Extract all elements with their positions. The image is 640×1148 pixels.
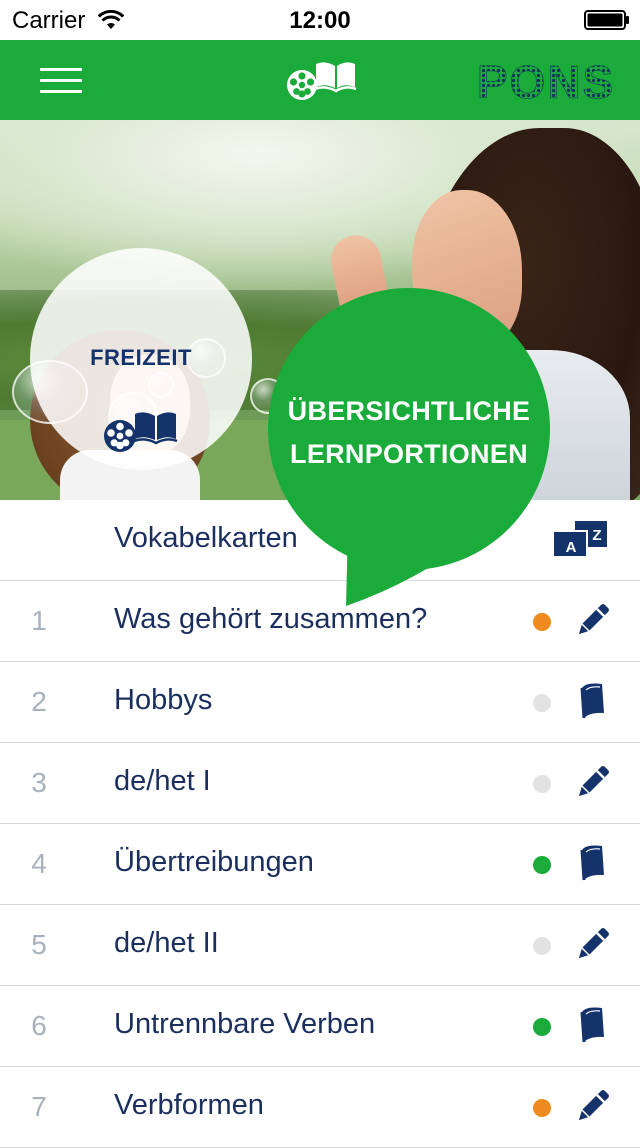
pencil-icon[interactable] <box>572 1085 614 1127</box>
pons-logo-text: PONS <box>477 58 615 106</box>
lesson-row[interactable]: 6 Untrennbare Verben <box>0 986 640 1067</box>
category-badge[interactable]: FREIZEIT <box>30 248 252 470</box>
speech-bubble-line2: LERNPORTIONEN <box>290 439 528 469</box>
book-icon[interactable] <box>572 842 614 884</box>
svg-text:Z: Z <box>592 527 601 544</box>
pencil-icon[interactable] <box>572 761 614 803</box>
lesson-title: Übertreibungen <box>114 846 314 878</box>
book-icon[interactable] <box>572 1004 614 1046</box>
film-book-icon[interactable] <box>285 58 357 102</box>
lesson-title: de/het I <box>114 765 211 797</box>
lesson-number: 3 <box>31 767 47 798</box>
lesson-row[interactable]: 5 de/het II <box>0 905 640 986</box>
lesson-number: 7 <box>31 1091 47 1122</box>
lesson-title: de/het II <box>114 927 219 959</box>
lesson-row[interactable]: 4 Übertreibungen <box>0 824 640 905</box>
lesson-row[interactable]: 2 Hobbys <box>0 662 640 743</box>
pencil-icon[interactable] <box>572 599 614 641</box>
lesson-row[interactable]: 3 de/het I <box>0 743 640 824</box>
lesson-number: 5 <box>31 929 47 960</box>
lesson-title: Untrennbare Verben <box>114 1008 376 1040</box>
status-dot-orange <box>533 1099 551 1117</box>
lesson-rows: 1 Was gehört zusammen? 2 Hobbys 3 de/het I 4 Üb… <box>0 581 640 1148</box>
status-dot-green <box>533 1018 551 1036</box>
film-book-icon <box>104 412 178 452</box>
lesson-title: Hobbys <box>114 684 213 716</box>
lesson-number: 1 <box>31 605 47 636</box>
lesson-number: 2 <box>31 686 47 717</box>
menu-icon-bar <box>40 90 82 93</box>
speech-bubble-line1: ÜBERSICHTLICHE <box>287 396 531 426</box>
svg-text:A: A <box>566 539 577 556</box>
clock: 12:00 <box>289 7 351 34</box>
pencil-icon[interactable] <box>572 923 614 965</box>
status-dot-grey <box>533 937 551 955</box>
book-icon[interactable] <box>572 680 614 722</box>
category-title: FREIZEIT <box>90 345 192 370</box>
az-cards-icon[interactable]: A Z <box>553 521 609 557</box>
status-dot-grey <box>533 775 551 793</box>
battery-icon <box>584 10 629 30</box>
status-dot-green <box>533 856 551 874</box>
top-navigation-bar: PONS <box>0 40 640 120</box>
menu-icon-bar <box>40 79 82 82</box>
status-bar: Carrier 12:00 <box>0 0 640 40</box>
lesson-number: 6 <box>31 1010 47 1041</box>
lesson-title: Verbformen <box>114 1089 264 1121</box>
status-dot-orange <box>533 613 551 631</box>
info-speech-bubble: ÜBERSICHTLICHE LERNPORTIONEN <box>268 288 550 606</box>
menu-icon <box>40 68 82 71</box>
menu-button[interactable] <box>28 60 92 100</box>
lesson-number: 4 <box>31 848 47 879</box>
pons-logo: PONS <box>477 58 615 106</box>
status-dot-grey <box>533 694 551 712</box>
